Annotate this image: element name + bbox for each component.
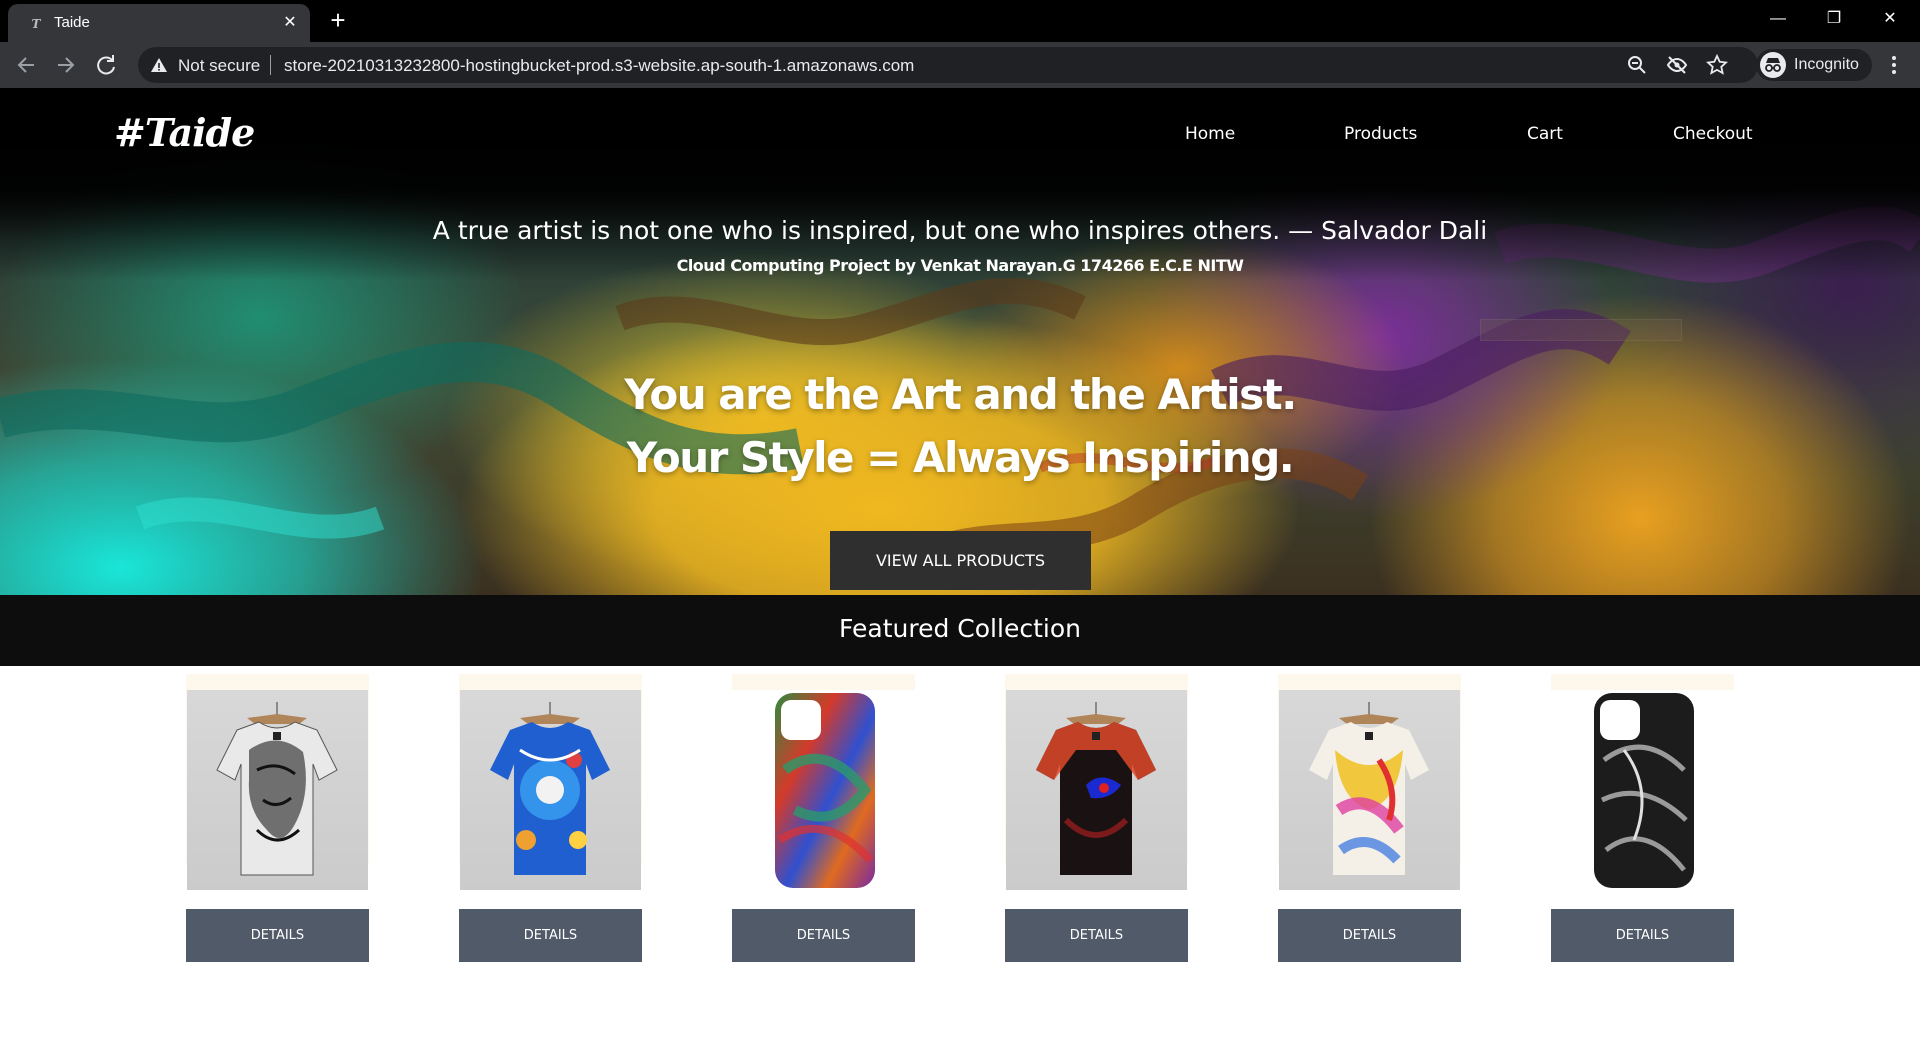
hero-credit: Cloud Computing Project by Venkat Naraya… (676, 256, 1244, 275)
nav-checkout[interactable]: Checkout (1673, 124, 1753, 144)
product-card: DETAILS (1005, 674, 1188, 962)
product-card: DETAILS (1278, 674, 1461, 962)
product-image[interactable] (460, 690, 641, 890)
star-icon[interactable] (1705, 53, 1729, 76)
back-arrow-icon[interactable] (12, 51, 40, 79)
view-all-products-button[interactable]: VIEW ALL PRODUCTS (830, 531, 1091, 590)
details-button[interactable]: DETAILS (186, 909, 369, 962)
eye-off-icon[interactable] (1666, 54, 1688, 76)
product-image[interactable] (187, 690, 368, 890)
tab-title: Taide (54, 14, 90, 31)
warning-icon (151, 58, 167, 72)
product-card: DETAILS (1544, 674, 1741, 962)
forward-arrow-icon[interactable] (52, 51, 80, 79)
nav-cart[interactable]: Cart (1527, 124, 1563, 144)
details-button[interactable]: DETAILS (1005, 909, 1188, 962)
incognito-icon (1760, 52, 1786, 78)
nav-home[interactable]: Home (1185, 124, 1235, 144)
details-button[interactable]: DETAILS (459, 909, 642, 962)
featured-collection-bar: Featured Collection (0, 595, 1920, 666)
restore-window-button[interactable]: ❐ (1806, 0, 1862, 38)
product-card: DETAILS (186, 674, 369, 962)
details-button[interactable]: DETAILS (1278, 909, 1461, 962)
featured-collection-title: Featured Collection (839, 614, 1081, 643)
product-image[interactable] (725, 690, 922, 890)
site-header: #Taide Home Products Cart Checkout (0, 88, 1920, 188)
product-image[interactable] (1544, 690, 1741, 890)
details-button[interactable]: DETAILS (1551, 909, 1734, 962)
close-window-button[interactable]: ✕ (1862, 0, 1918, 38)
more-menu-icon[interactable] (1880, 51, 1908, 79)
minimize-window-button[interactable]: — (1750, 0, 1806, 38)
taide-favicon-icon: T (31, 17, 41, 31)
incognito-label: Incognito (1794, 56, 1859, 73)
url-divider (270, 55, 271, 75)
security-status[interactable]: Not secure (178, 56, 260, 76)
new-tab-button[interactable]: + (324, 6, 352, 34)
hero-headline-line1: You are the Art and the Artist. (624, 370, 1297, 419)
product-card: DETAILS (725, 674, 922, 962)
close-tab-icon[interactable]: ✕ (280, 13, 300, 33)
site-logo[interactable]: #Taide (114, 110, 255, 155)
window-snip-overlay (1480, 319, 1682, 341)
product-image[interactable] (1006, 690, 1187, 890)
browser-tab-strip: T Taide ✕ + — ❐ ✕ (0, 0, 1920, 42)
url-text[interactable]: store-20210313232800-hostingbucket-prod.… (284, 56, 914, 76)
reload-icon[interactable] (92, 51, 120, 79)
browser-toolbar: Not secure store-20210313232800-hostingb… (0, 42, 1920, 88)
nav-products[interactable]: Products (1344, 124, 1417, 144)
product-card: DETAILS (459, 674, 642, 962)
hero-quote: A true artist is not one who is inspired… (432, 216, 1488, 245)
incognito-profile-button[interactable]: Incognito (1756, 49, 1872, 81)
hero-banner: #Taide Home Products Cart Checkout A tru… (0, 88, 1920, 595)
browser-tab[interactable]: T Taide ✕ (8, 4, 310, 42)
address-bar[interactable]: Not secure store-20210313232800-hostingb… (138, 47, 1758, 83)
product-image[interactable] (1279, 690, 1460, 890)
details-button[interactable]: DETAILS (732, 909, 915, 962)
zoom-icon[interactable] (1626, 54, 1648, 76)
product-grid: DETAILS DETAILS DETAILS DETAILS DETAILS … (0, 666, 1920, 1042)
hero-headline-line2: Your Style = Always Inspiring. (626, 433, 1295, 482)
